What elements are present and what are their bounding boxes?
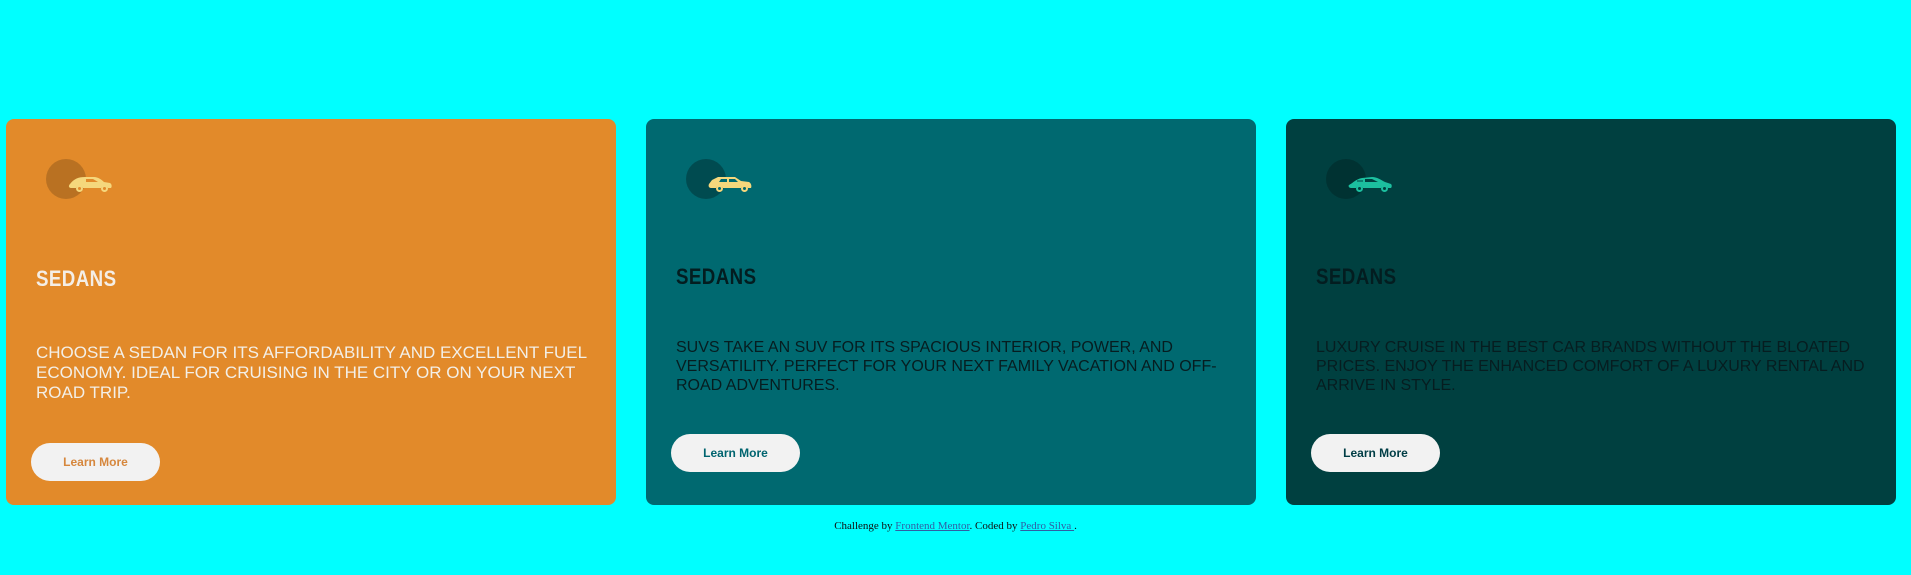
frontend-mentor-link[interactable]: Frontend Mentor [895, 520, 969, 532]
card-title: SEDANS [1316, 264, 1397, 289]
luxury-car-icon [1348, 177, 1392, 192]
icon-container [46, 159, 126, 199]
luxury-card: SEDANS LUXURY CRUISE IN THE BEST CAR BRA… [1286, 119, 1896, 505]
icon-container [686, 159, 766, 199]
card-description: SUVS TAKE AN SUV FOR ITS SPACIOUS INTERI… [676, 339, 1217, 394]
footer-suffix-text: . [1074, 520, 1077, 532]
sedan-card: SEDANS CHOOSE A SEDAN FOR ITS AFFORDABIL… [6, 119, 616, 505]
attribution-footer: Challenge by Frontend Mentor. Coded by P… [0, 520, 1911, 532]
sedan-car-icon [68, 177, 112, 192]
footer-middle-text: . Coded by [969, 520, 1021, 532]
icon-container [1326, 159, 1406, 199]
card-title: SEDANS [36, 266, 117, 291]
card-description: LUXURY CRUISE IN THE BEST CAR BRANDS WIT… [1316, 339, 1865, 394]
footer-prefix-text: Challenge by [834, 520, 896, 532]
learn-more-button[interactable]: Learn More [31, 443, 160, 481]
author-link[interactable]: Pedro Silva [1020, 520, 1074, 532]
cards-section: SEDANS CHOOSE A SEDAN FOR ITS AFFORDABIL… [6, 119, 1897, 505]
learn-more-button[interactable]: Learn More [671, 434, 800, 472]
card-title: SEDANS [676, 264, 757, 289]
learn-more-button[interactable]: Learn More [1311, 434, 1440, 472]
card-description: CHOOSE A SEDAN FOR ITS AFFORDABILITY AND… [36, 343, 587, 402]
suv-car-icon [708, 177, 752, 192]
suv-card: SEDANS SUVS TAKE AN SUV FOR ITS SPACIOUS… [646, 119, 1256, 505]
